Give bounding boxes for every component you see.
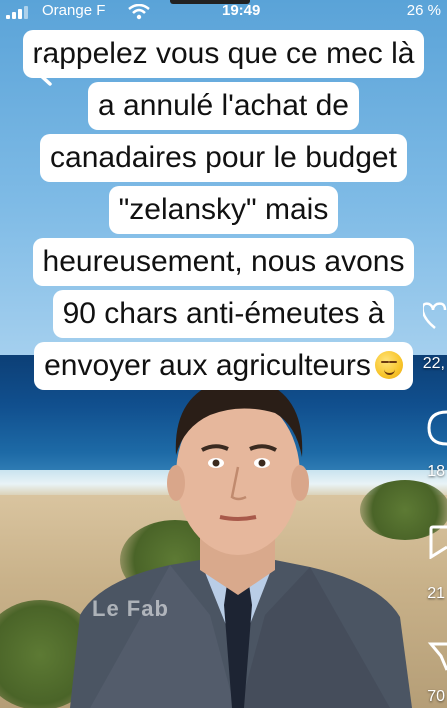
comment-count: 18 <box>427 463 445 480</box>
comment-icon[interactable] <box>427 410 447 446</box>
speaker-image <box>70 377 412 708</box>
heart-icon[interactable] <box>423 300 447 330</box>
video-caption: rappelez vous que ce mec là a annulé l'a… <box>0 30 447 394</box>
wifi-icon <box>128 4 150 20</box>
chevron-left-icon <box>36 60 52 86</box>
clock: 19:49 <box>222 2 261 19</box>
battery-level: 26 % <box>406 2 441 19</box>
caption-line: 90 chars anti-émeutes à <box>52 290 395 338</box>
smirking-face-icon <box>374 351 403 379</box>
like-count: 22, <box>422 355 445 372</box>
top-notch <box>170 0 250 4</box>
share-count: 70 <box>427 688 445 705</box>
bookmark-icon[interactable] <box>429 525 447 559</box>
share-icon[interactable] <box>427 640 447 674</box>
action-rail: 22, 18 21 70 <box>417 300 447 708</box>
caption-line: "zelansky" mais <box>108 186 339 234</box>
caption-line: canadaires pour le budget <box>40 134 407 182</box>
caption-line-last: envoyer aux agriculteurs <box>34 342 413 390</box>
caption-line: heureusement, nous avons <box>32 238 415 286</box>
carrier-label: Orange F <box>42 2 106 19</box>
back-button[interactable] <box>30 58 60 88</box>
caption-line: a annulé l'achat de <box>88 82 359 130</box>
caption-line: rappelez vous que ce mec là <box>22 30 425 78</box>
save-count: 21 <box>427 585 445 602</box>
video-watermark: Le Fab <box>92 596 169 621</box>
caption-line-text: envoyer aux agriculteurs <box>44 349 371 382</box>
signal-icon <box>6 6 28 19</box>
